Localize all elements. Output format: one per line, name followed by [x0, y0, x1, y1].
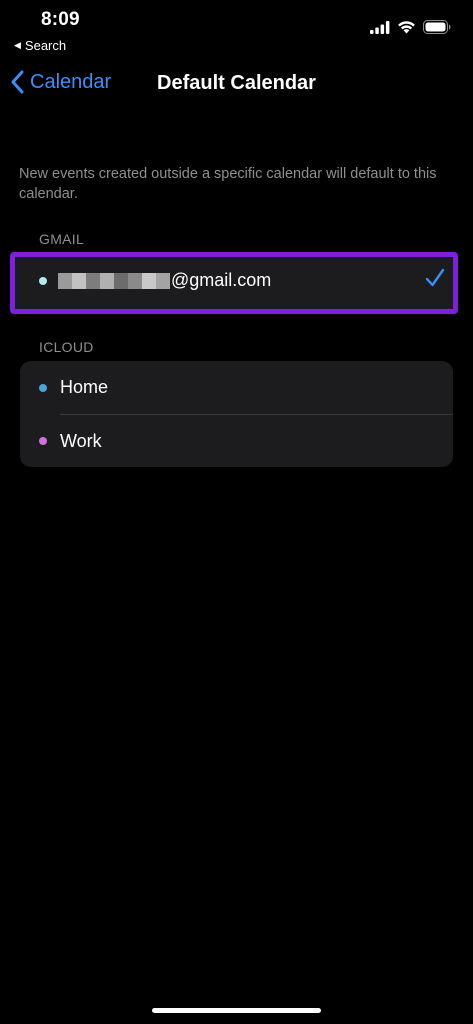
- calendar-row-work[interactable]: Work: [39, 415, 453, 467]
- status-back-to-app[interactable]: ◀ Search: [14, 38, 66, 53]
- battery-icon: [423, 20, 451, 34]
- section-header-gmail: GMAIL: [39, 231, 85, 247]
- redacted-email-pixelation: [58, 272, 170, 289]
- home-calendar-color-dot: [39, 383, 47, 392]
- checkmark-icon: [425, 268, 445, 287]
- work-calendar-color-dot: [39, 437, 47, 445]
- status-icons: [370, 20, 451, 34]
- description-text: New events created outside a specific ca…: [19, 166, 437, 202]
- gmail-account-label: @gmail.com: [171, 270, 272, 290]
- calendar-row-home-label: Home: [60, 377, 109, 397]
- calendar-row-work-label: Work: [60, 430, 102, 451]
- status-time: 8:09: [41, 9, 80, 30]
- cellular-signal-icon: [370, 20, 390, 34]
- wifi-icon: [398, 21, 415, 34]
- home-indicator[interactable]: [152, 1008, 321, 1013]
- back-triangle-icon: ◀: [14, 40, 21, 50]
- gmail-calendar-color-dot: [39, 276, 47, 285]
- calendar-row-home[interactable]: Home: [39, 361, 453, 414]
- gmail-row-content: @gmail.com: [39, 270, 271, 291]
- icloud-calendar-list: Home Work: [20, 361, 453, 467]
- status-back-label: Search: [24, 38, 67, 53]
- page-title: Default Calendar: [157, 72, 316, 94]
- section-header-icloud: ICLOUD: [39, 339, 94, 355]
